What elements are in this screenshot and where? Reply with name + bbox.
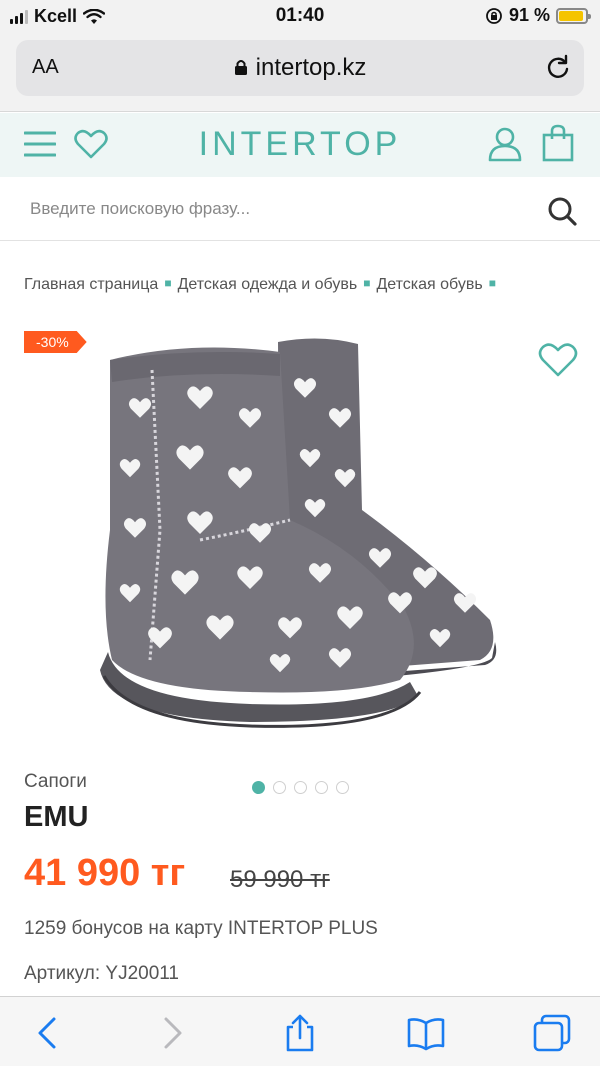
breadcrumb-separator: ■ (363, 276, 371, 290)
search-bar (0, 177, 600, 241)
forward-icon[interactable] (152, 1013, 192, 1053)
browser-toolbar (0, 996, 600, 1066)
gallery-dot[interactable] (294, 781, 307, 794)
search-icon[interactable] (546, 195, 578, 227)
gallery-dot[interactable] (273, 781, 286, 794)
battery-icon (556, 7, 591, 24)
breadcrumb: Главная страница ■ Детская одежда и обувь ■… (24, 276, 600, 294)
url-display[interactable]: intertop.kz (16, 54, 584, 82)
discount-badge: -30% (24, 331, 87, 353)
gallery-dot[interactable] (336, 781, 349, 794)
gallery-pagination (252, 781, 349, 794)
url-text: intertop.kz (255, 54, 367, 81)
orientation-lock-icon (486, 7, 502, 24)
bookmarks-icon[interactable] (406, 1013, 446, 1053)
product-category: Сапоги (24, 771, 87, 792)
breadcrumb-item-kids-clothing[interactable]: Детская одежда и обувь (178, 276, 358, 293)
breadcrumb-item-kids-shoes[interactable]: Детская обувь (376, 276, 482, 293)
address-bar[interactable]: AA intertop.kz (16, 40, 584, 96)
status-bar: Kcell 01:40 91 % (0, 0, 600, 34)
current-price: 41 990 тг (24, 852, 186, 894)
bag-icon[interactable] (542, 124, 574, 162)
battery-percent: 91 % (508, 5, 550, 25)
product-brand[interactable]: EMU (24, 801, 88, 834)
product-image[interactable] (100, 330, 500, 750)
battery-fill (559, 10, 583, 21)
add-to-wishlist-icon[interactable] (538, 342, 578, 378)
share-icon[interactable] (280, 1013, 320, 1053)
user-icon[interactable] (488, 126, 522, 162)
reload-icon[interactable] (544, 54, 572, 82)
breadcrumb-separator: ■ (488, 276, 496, 290)
search-input[interactable] (30, 195, 530, 223)
tabs-icon[interactable] (532, 1013, 572, 1053)
status-right: 91 % (485, 5, 591, 26)
lock-icon (234, 60, 247, 75)
old-price: 59 990 тг (230, 866, 330, 893)
site-header: INTERTOP (0, 113, 600, 177)
gallery-dot[interactable] (252, 781, 265, 794)
article-number: Артикул: YJ20011 (24, 963, 179, 984)
bonus-info: 1259 бонусов на карту INTERTOP PLUS (24, 918, 378, 939)
breadcrumb-item-home[interactable]: Главная страница (24, 276, 158, 293)
back-icon[interactable] (28, 1013, 68, 1053)
gallery-dot[interactable] (315, 781, 328, 794)
breadcrumb-separator: ■ (164, 276, 172, 290)
browser-address-area: AA intertop.kz (0, 34, 600, 112)
